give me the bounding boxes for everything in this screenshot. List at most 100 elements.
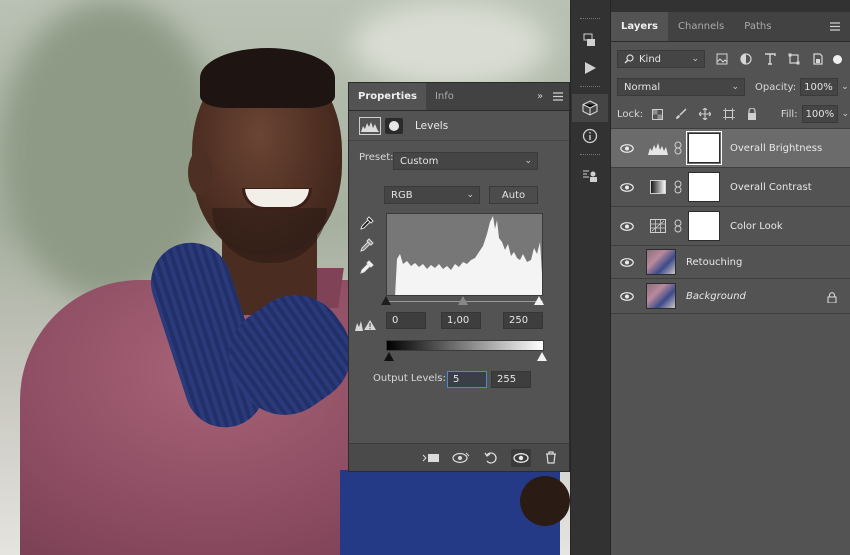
input-gamma-field[interactable]: 1,00	[441, 312, 481, 329]
properties-title: Levels	[415, 119, 449, 132]
blend-row: Normal ⌄ Opacity: 100% ⌄	[617, 76, 849, 98]
search-icon	[624, 54, 634, 64]
layer-background[interactable]: Background	[611, 279, 850, 314]
gradient-map-layer-icon	[645, 174, 671, 200]
mask-link-chain-icon[interactable]	[671, 180, 685, 194]
layer-mask-thumbnail[interactable]	[688, 172, 720, 202]
clip-to-layer-icon[interactable]	[421, 449, 441, 467]
layer-color-look[interactable]: Color Look	[611, 207, 850, 246]
input-black-slider[interactable]	[381, 296, 391, 305]
background-sky	[350, 0, 550, 90]
trash-icon[interactable]	[541, 449, 561, 467]
layer-name: Color Look	[730, 220, 783, 232]
layer-photo-thumbnail[interactable]	[646, 249, 676, 275]
collapse-panel-button[interactable]: »	[533, 83, 547, 110]
dock-grip[interactable]	[580, 18, 600, 22]
input-white-field[interactable]: 250	[503, 312, 543, 329]
black-point-eyedropper-icon[interactable]	[360, 216, 374, 230]
hair	[200, 48, 335, 108]
histogram-graph	[395, 216, 542, 295]
output-white-slider[interactable]	[537, 352, 547, 361]
history-icon[interactable]	[572, 26, 608, 54]
layer-overall-contrast[interactable]: Overall Contrast	[611, 168, 850, 207]
smile	[242, 188, 312, 210]
info-icon[interactable]	[572, 122, 608, 150]
ear	[188, 150, 212, 195]
visibility-eye-icon[interactable]	[611, 182, 643, 192]
lock-row: Lock: Fill: 100% ⌄	[617, 103, 849, 125]
lock-icon[interactable]	[827, 292, 837, 303]
mask-link-chain-icon[interactable]	[671, 219, 685, 233]
input-gamma-slider[interactable]	[458, 296, 468, 305]
properties-footer	[349, 443, 569, 471]
layer-mask-thumbnail[interactable]	[688, 211, 720, 241]
layer-overall-brightness[interactable]: Overall Brightness	[611, 129, 850, 168]
auto-button[interactable]: Auto	[489, 186, 538, 204]
lock-all-icon[interactable]	[745, 107, 759, 121]
collapsed-panel-icons	[572, 14, 608, 190]
white-point-eyedropper-icon[interactable]	[360, 260, 374, 274]
visibility-eye-icon[interactable]	[611, 221, 643, 231]
panel-menu-icon[interactable]	[828, 12, 842, 41]
preset-label: Preset:	[359, 152, 394, 163]
filter-toggle-switch[interactable]	[833, 54, 842, 64]
channel-dropdown[interactable]: RGB ⌄	[384, 186, 480, 204]
lock-transparent-pixels-icon[interactable]	[651, 107, 665, 121]
properties-cube-icon[interactable]	[572, 94, 608, 122]
filter-type-icon[interactable]	[763, 52, 777, 66]
levels-histogram	[386, 213, 543, 296]
view-previous-state-icon[interactable]	[451, 449, 471, 467]
fill-value: 100%	[805, 108, 835, 120]
lock-position-move-icon[interactable]	[698, 107, 712, 121]
layer-mask-icon[interactable]	[385, 117, 403, 134]
chevron-down-icon: ⌄	[691, 54, 699, 64]
properties-tab-bar: Properties Info »	[349, 83, 569, 111]
color-lookup-layer-icon	[645, 213, 671, 239]
filter-pixel-icon[interactable]	[715, 52, 729, 66]
tab-channels[interactable]: Channels	[668, 12, 734, 41]
layer-mask-thumbnail[interactable]	[686, 131, 722, 165]
layer-name: Retouching	[686, 256, 743, 268]
reset-adjustment-icon[interactable]	[481, 449, 501, 467]
visibility-eye-icon[interactable]	[611, 257, 643, 267]
mask-link-chain-icon[interactable]	[671, 141, 685, 155]
panel-menu-icon[interactable]	[551, 83, 565, 110]
preset-dropdown[interactable]: Custom ⌄	[393, 152, 538, 170]
levels-adjustment-icon[interactable]	[359, 116, 381, 135]
actions-play-icon[interactable]	[572, 54, 608, 82]
clipping-warning-icon[interactable]	[355, 319, 377, 331]
visibility-eye-icon[interactable]	[611, 143, 643, 153]
lock-image-pixels-brush-icon[interactable]	[675, 107, 689, 121]
levels-layer-icon	[645, 135, 671, 161]
layers-panel: Layers Channels Paths Kind ⌄ Normal ⌄ Op…	[610, 0, 850, 555]
input-black-field[interactable]: 0	[386, 312, 426, 329]
tab-properties[interactable]: Properties	[349, 83, 426, 110]
filter-smart-object-icon[interactable]	[811, 52, 825, 66]
opacity-value: 100%	[804, 81, 833, 93]
filter-adjustment-icon[interactable]	[739, 52, 753, 66]
layer-retouching[interactable]: Retouching	[611, 246, 850, 279]
gray-point-eyedropper-icon[interactable]	[360, 238, 374, 252]
fill-chevron-icon[interactable]: ⌄	[841, 109, 849, 119]
tab-info[interactable]: Info	[426, 83, 463, 110]
output-black-slider[interactable]	[384, 352, 394, 361]
toggle-visibility-eye-icon[interactable]	[511, 448, 531, 467]
blend-mode-dropdown[interactable]: Normal ⌄	[617, 78, 745, 96]
clone-source-icon[interactable]	[572, 162, 608, 190]
opacity-chevron-icon[interactable]: ⌄	[841, 82, 849, 92]
layer-photo-thumbnail[interactable]	[646, 283, 676, 309]
filter-shape-icon[interactable]	[787, 52, 801, 66]
input-white-slider[interactable]	[534, 296, 544, 305]
fill-field[interactable]: 100%	[801, 105, 839, 123]
visibility-eye-icon[interactable]	[611, 291, 643, 301]
filter-kind-dropdown[interactable]: Kind ⌄	[617, 50, 705, 68]
tab-layers[interactable]: Layers	[611, 12, 668, 41]
tab-paths[interactable]: Paths	[734, 12, 781, 41]
layers-tab-bar: Layers Channels Paths	[611, 12, 850, 42]
opacity-field[interactable]: 100%	[800, 78, 839, 96]
preset-value: Custom	[400, 155, 439, 167]
output-black-field[interactable]: 5	[447, 371, 487, 388]
lock-artboard-icon[interactable]	[722, 107, 736, 121]
chevron-down-icon: ⌄	[466, 190, 474, 200]
output-white-field[interactable]: 255	[491, 371, 531, 388]
